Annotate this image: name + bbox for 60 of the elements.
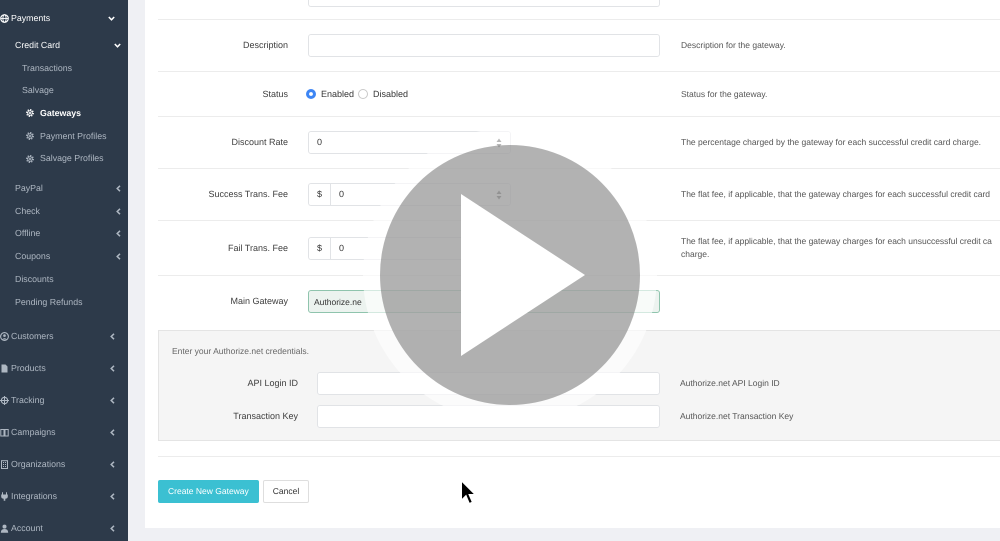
currency-addon: $ [308,183,330,206]
plug-icon [0,492,9,502]
sidebar-item[interactable]: Payments [0,2,128,34]
field-label: API Login ID [246,377,298,390]
field-label: Main Gateway [229,295,288,308]
sidebar-item[interactable]: Campaigns [0,416,128,449]
gear-icon [26,109,34,118]
input-field[interactable] [308,34,660,58]
sidebar-item[interactable]: PayPal [0,177,128,200]
field-label: Fail Trans. Fee [226,242,288,255]
field-label: Success Trans. Fee [207,188,288,202]
sidebar-item[interactable]: Customers [0,320,128,353]
help-text: Authorize.net API Login ID [680,377,781,390]
sidebar-item[interactable]: Discounts [0,268,128,291]
field-label: Description [242,39,288,52]
building-icon [0,460,9,470]
input-field[interactable] [317,372,660,396]
number-field[interactable]: 0 [308,131,511,154]
sidebar-item[interactable]: Tracking [0,384,128,417]
cursor-icon [460,480,476,505]
input-field[interactable] [308,0,660,7]
gear-icon [26,132,34,140]
currency-addon: $ [308,236,330,260]
help-text: Authorize.net Transaction Key [680,410,794,424]
field-label: Status [261,88,288,101]
sidebar-item[interactable]: Salvage [0,79,128,102]
sidebar-item[interactable]: Salvage Profiles [0,147,128,170]
help-text: The flat fee, if applicable, that the gateway charges for each successful credit card [681,188,992,202]
sidebar-item[interactable]: Account [0,512,128,541]
user-icon [0,524,9,534]
sidebar-item[interactable]: Integrations [0,480,128,513]
radio-option[interactable]: Enabled [306,88,354,102]
book-icon [0,428,9,438]
document-icon [0,364,9,374]
sidebar-item[interactable]: Pending Refunds [0,290,128,314]
sidebar-item[interactable]: Offline [0,222,128,246]
help-text: The percentage charged by the gateway for each successful credit card charge. [681,136,982,150]
cancel-button[interactable]: Cancel [262,480,310,503]
radio-option[interactable]: Disabled [358,88,408,102]
sidebar-item[interactable]: Payment Profiles [0,124,128,148]
sidebar-item[interactable]: Transactions [0,56,128,80]
field-label: Discount Rate [230,136,288,150]
sidebar-item[interactable]: Organizations [0,448,128,481]
sidebar-item[interactable]: Products [0,352,128,385]
gear-icon [26,154,34,163]
sidebar-item[interactable]: Gateways [0,102,128,125]
help-text: Status for the gateway. [681,88,768,101]
panel-intro: Enter your Authorize.net credentials. [172,345,310,358]
field-label: Transaction Key [232,410,298,424]
radio-button[interactable] [358,89,368,100]
help-text: Description for the gateway. [681,39,787,52]
globe-icon [0,14,9,22]
sidebar-item[interactable]: Credit Card [0,34,128,57]
sidebar-item[interactable]: Check [0,200,128,222]
sidebar-item[interactable]: Coupons [0,245,128,268]
crosshair-icon [0,396,9,406]
user-circle-icon [0,332,9,342]
help-text: The flat fee, if applicable, that the gateway charges for each unsuccessful credit ca charge. [681,235,993,262]
input-field[interactable] [317,405,660,428]
radio-button[interactable] [306,89,316,100]
